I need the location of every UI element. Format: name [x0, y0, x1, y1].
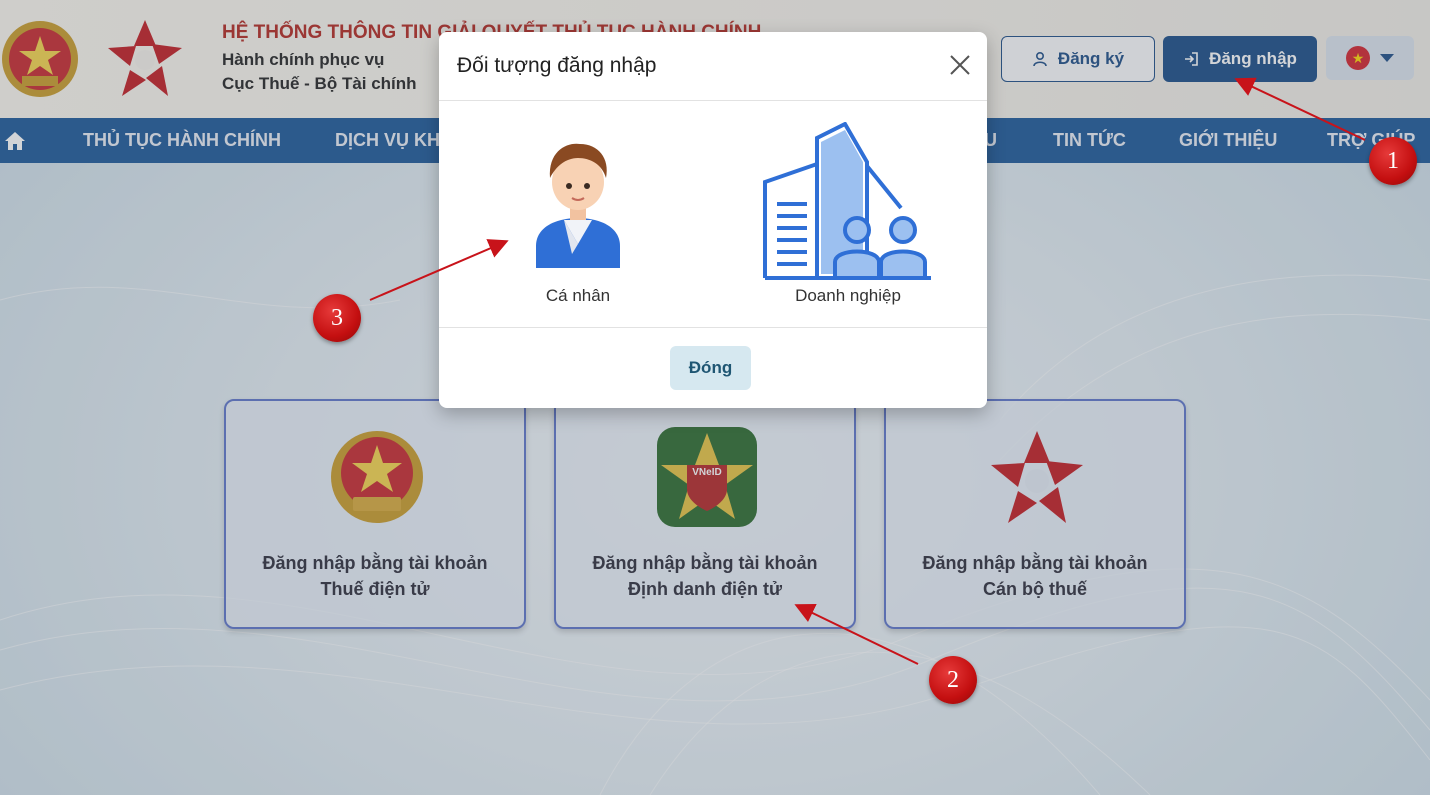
annotation-arrows	[369, 77, 1366, 665]
annotation-badge-1: 1	[1369, 137, 1417, 185]
annotation-badge-2: 2	[929, 656, 977, 704]
annotation-badge-3: 3	[313, 294, 361, 342]
